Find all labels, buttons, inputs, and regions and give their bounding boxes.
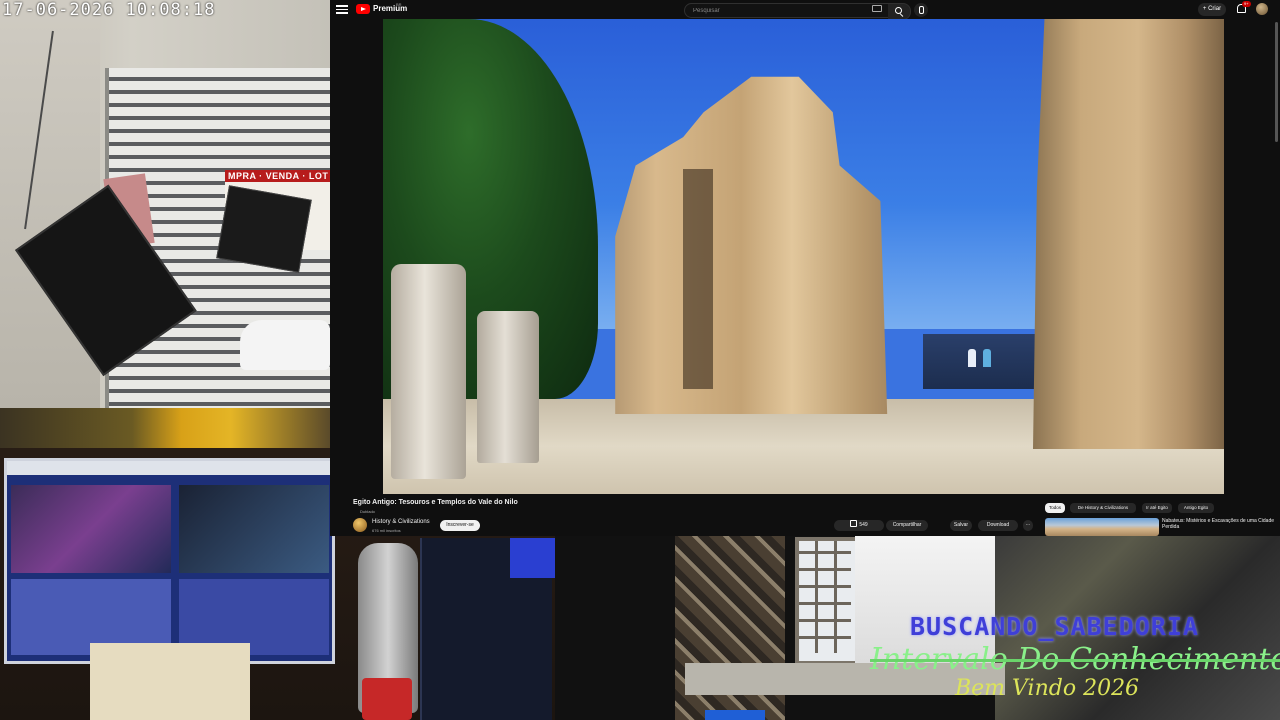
- thumbs-up-icon: [850, 520, 858, 527]
- subscriber-count: 676 mil inscritos: [372, 528, 401, 533]
- youtube-brand-label[interactable]: Premium: [373, 4, 407, 13]
- camera-timestamp: 17-06-2026 10:08:18: [2, 0, 216, 20]
- search-box[interactable]: [684, 3, 890, 18]
- monitor-video-pane: [179, 485, 329, 573]
- video-title: Egito Antigo: Tesouros e Templos do Vale…: [353, 499, 518, 506]
- more-actions-button[interactable]: ···: [1023, 520, 1033, 531]
- country-code: BR: [396, 2, 402, 7]
- youtube-logo-icon[interactable]: [356, 4, 370, 14]
- desk-bottle-cap: [362, 678, 412, 720]
- dub-label: Dublado: [360, 509, 375, 514]
- subscribe-button[interactable]: Inscrever-se: [440, 520, 480, 531]
- video-temple-shadow: [683, 169, 713, 389]
- overlay-welcome: Bem Vindo 2026: [955, 676, 1140, 701]
- chip-related[interactable]: Antigo Egito: [1178, 503, 1214, 513]
- account-avatar[interactable]: [1256, 3, 1268, 15]
- search-icon-handle: [899, 13, 904, 17]
- like-count: 549: [859, 522, 868, 528]
- monitor-browser-bar: [7, 461, 332, 475]
- search-button[interactable]: [888, 3, 911, 20]
- hamburger-menu-icon[interactable]: [336, 3, 348, 15]
- desk-monitor: [4, 458, 335, 664]
- hanging-laptop-part: [216, 185, 312, 273]
- video-temple-pylon: [1033, 19, 1224, 449]
- monitor-stream-pane: [11, 485, 171, 573]
- recommended-video-title[interactable]: Nabateus: Mistérios e Escavações de uma …: [1162, 518, 1277, 530]
- channel-name[interactable]: History & Civilizations: [372, 519, 430, 525]
- overlay-channel-name: BUSCANDO_SABEDORIA: [910, 612, 1199, 641]
- desk-shelf: [0, 408, 330, 448]
- overlay-subtitle: Intervalo Do Conhecimento: [870, 642, 1280, 677]
- share-button[interactable]: Compartilhar: [886, 520, 928, 531]
- voice-search-mic-icon[interactable]: [914, 3, 928, 17]
- search-input[interactable]: [693, 5, 863, 16]
- desk-calendar: [90, 643, 250, 720]
- recommended-video-thumbnail[interactable]: [1045, 518, 1159, 536]
- chip-all[interactable]: Todos: [1045, 503, 1065, 513]
- room-window-bars: [799, 541, 851, 653]
- video-player[interactable]: [383, 19, 1224, 494]
- video-column-left: [391, 264, 466, 479]
- camera-sign-text: MPRA · VENDA · LOT: [228, 171, 329, 181]
- video-person: [983, 349, 991, 367]
- camera-car: [240, 320, 330, 370]
- create-button[interactable]: + Criar: [1198, 3, 1226, 16]
- page-scrollbar[interactable]: [1275, 22, 1278, 142]
- chip-topic[interactable]: Ir até Egito: [1142, 503, 1172, 513]
- notification-badge: 9+: [1242, 1, 1251, 7]
- download-button[interactable]: Download: [978, 520, 1018, 531]
- chip-from-channel[interactable]: De History & Civilizations: [1070, 503, 1136, 513]
- youtube-window: Premium BR + Criar 9+ Egito Antigo: Teso…: [330, 0, 1280, 536]
- video-column-right: [477, 311, 539, 463]
- security-camera-feed: MPRA · VENDA · LOT: [0, 0, 330, 408]
- keyboard-icon[interactable]: [872, 5, 882, 12]
- desk-blue-object: [510, 538, 555, 578]
- save-button[interactable]: Salvar: [950, 520, 972, 531]
- video-person: [968, 349, 976, 367]
- channel-avatar[interactable]: [353, 518, 367, 532]
- room-blue-object: [705, 710, 765, 720]
- like-button[interactable]: 549: [834, 520, 884, 531]
